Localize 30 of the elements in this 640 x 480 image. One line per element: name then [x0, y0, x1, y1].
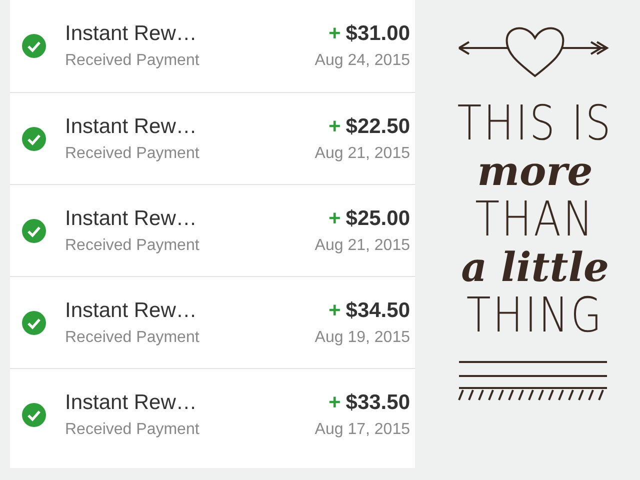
transaction-subtitle: Received Payment: [65, 328, 200, 348]
transaction-date: Aug 21, 2015: [314, 144, 410, 164]
plus-sign: +: [328, 298, 341, 324]
check-circle-icon: [22, 126, 46, 150]
transaction-amount: $31.00: [346, 21, 410, 47]
transaction-amount: $22.50: [346, 114, 410, 140]
check-circle-icon: [22, 310, 46, 334]
transaction-title: Instant Rew…: [65, 114, 198, 140]
transaction-date: Aug 19, 2015: [314, 328, 410, 348]
check-circle-icon: [22, 402, 46, 426]
transaction-subtitle: Received Payment: [65, 236, 200, 256]
transaction-title: Instant Rew…: [65, 206, 198, 232]
plus-sign: +: [328, 206, 341, 232]
transaction-amount: $34.50: [346, 298, 410, 324]
plus-sign: +: [328, 21, 341, 47]
transaction-amount: $25.00: [346, 206, 410, 232]
transaction-title: Instant Rew…: [65, 390, 198, 416]
transaction-title: Instant Rew…: [65, 298, 198, 324]
transaction-subtitle: Received Payment: [65, 144, 200, 164]
check-circle-icon: [22, 34, 46, 58]
transaction-date: Aug 21, 2015: [314, 236, 410, 256]
transaction-subtitle: Received Payment: [65, 51, 200, 71]
plus-sign: +: [328, 390, 341, 416]
transaction-title: Instant Rew…: [65, 21, 198, 47]
transaction-date: Aug 24, 2015: [314, 51, 410, 71]
check-circle-icon: [22, 218, 46, 242]
plus-sign: +: [328, 114, 341, 140]
transaction-subtitle: Received Payment: [65, 420, 200, 440]
transaction-amount: $33.50: [346, 390, 410, 416]
transaction-date: Aug 17, 2015: [314, 420, 410, 440]
